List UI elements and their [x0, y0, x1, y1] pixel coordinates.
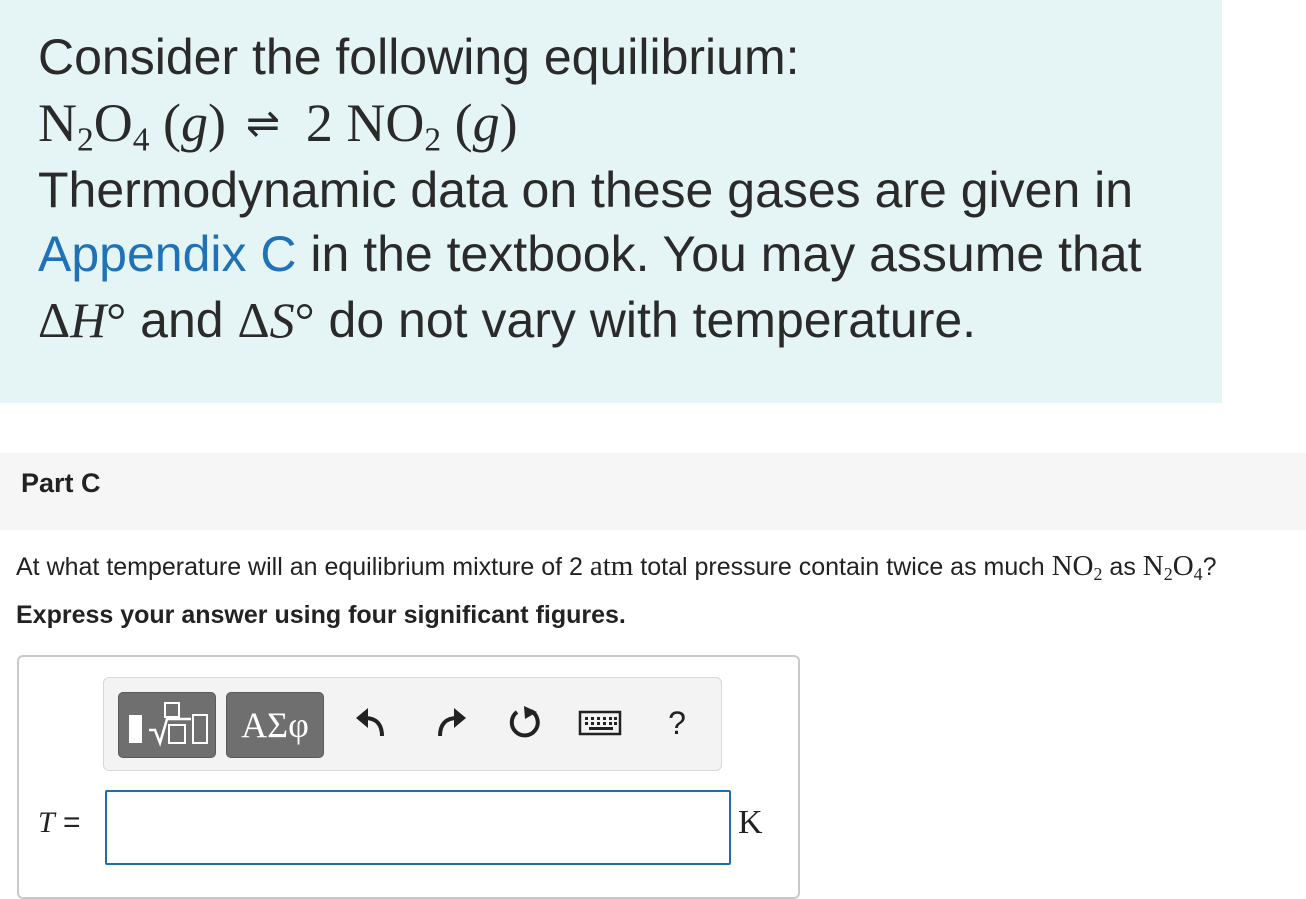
- unit-atm: atm: [589, 550, 634, 582]
- math-toolbar: ΑΣφ ?: [103, 677, 722, 771]
- part-title: Part C: [21, 468, 101, 498]
- question-text: At what temperature will an equilibrium …: [16, 548, 1217, 585]
- part-header: [0, 453, 1306, 530]
- question-text-start: At what temperature will an equilibrium …: [16, 553, 590, 581]
- unit-label: K: [738, 804, 763, 841]
- delta-s-symbol: ΔS°: [237, 292, 315, 348]
- equilibrium-equation: N2O4 (g) ⇌ 2 NO2 (g): [38, 93, 518, 159]
- intro-line-3: Thermodynamic data on these gases are gi…: [38, 162, 1134, 218]
- undo-icon[interactable]: [348, 698, 398, 748]
- intro-line-4-rest: in the textbook. You may assume that: [296, 226, 1142, 282]
- templates-icon: [129, 702, 208, 747]
- templates-button[interactable]: [118, 692, 216, 758]
- species-n2o4: N2O4: [1142, 550, 1203, 585]
- temperature-input[interactable]: [105, 790, 731, 865]
- intro-line-1: Consider the following equilibrium:: [38, 29, 800, 85]
- question-text-mid: total pressure contain twice as much: [633, 553, 1052, 581]
- question-text-as: as: [1102, 553, 1143, 581]
- intro-line-5-rest: do not vary with temperature.: [314, 292, 977, 348]
- help-icon[interactable]: ?: [652, 698, 702, 748]
- equation-reactant: N2O4 (g): [38, 93, 226, 159]
- keyboard-icon[interactable]: [576, 698, 626, 748]
- instruction-text: Express your answer using four significa…: [16, 601, 626, 629]
- intro-line-5: ΔH° and ΔS° do not vary with temperature…: [38, 290, 976, 350]
- species-no2: NO2: [1051, 550, 1103, 585]
- redo-icon[interactable]: [424, 698, 474, 748]
- reset-icon[interactable]: [500, 698, 550, 748]
- intro-line-4: Appendix C in the textbook. You may assu…: [38, 224, 1141, 284]
- appendix-c-link[interactable]: Appendix C: [38, 226, 297, 282]
- intro-panel: Consider the following equilibrium: N2O4…: [0, 0, 1222, 403]
- equation-product: 2 NO2 (g): [305, 93, 518, 159]
- symbols-button[interactable]: ΑΣφ: [226, 692, 324, 758]
- equilibrium-arrow-icon: ⇌: [245, 100, 280, 146]
- delta-h-symbol: ΔH°: [38, 292, 127, 348]
- intro-and: and: [126, 292, 238, 348]
- answer-label: T =: [38, 806, 81, 839]
- question-mark: ?: [1202, 553, 1217, 581]
